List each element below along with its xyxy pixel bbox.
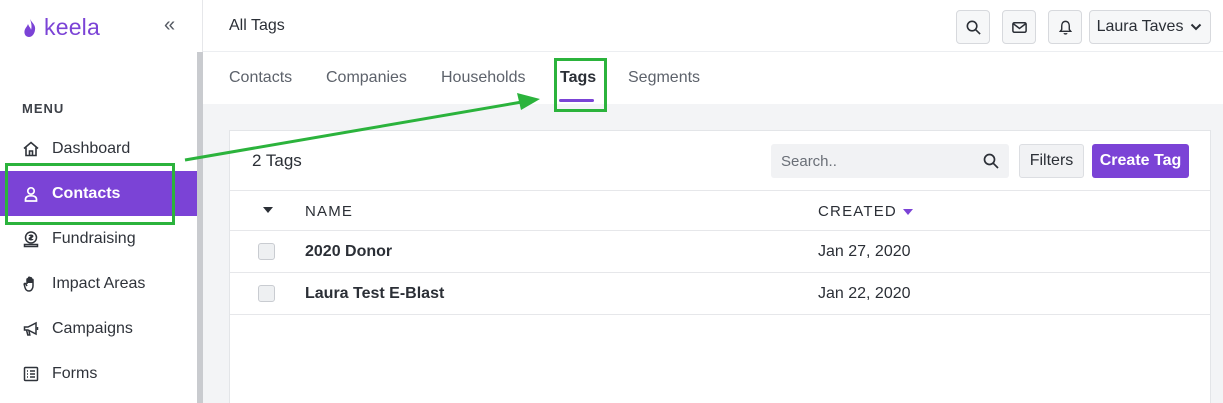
sidebar-item-fundraising[interactable]: Fundraising <box>0 216 197 261</box>
row-checkbox[interactable] <box>258 243 275 260</box>
sort-desc-icon[interactable] <box>903 209 913 215</box>
top-bar: All Tags Laura Taves <box>203 0 1223 52</box>
hand-icon <box>22 275 40 293</box>
search-icon <box>966 20 981 35</box>
sidebar: keela « MENU Dashboard Contacts Fundrais… <box>0 0 203 403</box>
search-icon <box>983 153 999 169</box>
select-dropdown-caret-icon[interactable] <box>263 207 273 213</box>
column-header-created[interactable]: CREATED <box>818 203 897 220</box>
table-row[interactable]: Laura Test E-Blast Jan 22, 2020 <box>230 273 1210 315</box>
tag-created-date: Jan 27, 2020 <box>818 243 911 260</box>
search-button[interactable] <box>956 10 990 44</box>
card-header: 2 Tags Filters Create Tag <box>230 131 1210 191</box>
home-icon <box>22 140 40 158</box>
filters-button[interactable]: Filters <box>1019 144 1084 178</box>
sidebar-item-label: Contacts <box>52 184 121 202</box>
page-title: All Tags <box>229 17 285 34</box>
menu-label: MENU <box>22 101 65 116</box>
sidebar-item-label: Impact Areas <box>52 274 146 292</box>
keela-logo[interactable]: keela <box>22 14 100 41</box>
tab-segments[interactable]: Segments <box>628 69 700 87</box>
table-row[interactable]: 2020 Donor Jan 27, 2020 <box>230 231 1210 273</box>
table-header: NAME CREATED <box>230 191 1210 231</box>
user-menu-button[interactable]: Laura Taves <box>1089 10 1211 44</box>
flame-logo-icon <box>24 18 36 37</box>
chevron-down-icon <box>1191 23 1202 31</box>
sidebar-item-campaigns[interactable]: Campaigns <box>0 306 197 351</box>
user-icon <box>22 185 40 203</box>
user-name: Laura Taves <box>1096 18 1184 35</box>
sidebar-item-label: Campaigns <box>52 319 133 337</box>
sidebar-item-impact-areas[interactable]: Impact Areas <box>0 261 197 306</box>
sidebar-item-label: Forms <box>52 364 98 382</box>
tab-households[interactable]: Households <box>441 69 526 87</box>
tab-bar: Contacts Companies Households Tags Segme… <box>203 52 1223 104</box>
tab-tags[interactable]: Tags <box>560 69 596 87</box>
tag-count: 2 Tags <box>252 151 302 170</box>
search-input[interactable] <box>771 144 1009 178</box>
list-icon <box>22 365 40 383</box>
tag-name[interactable]: Laura Test E-Blast <box>305 285 444 303</box>
notifications-button[interactable] <box>1048 10 1082 44</box>
sidebar-item-forms[interactable]: Forms <box>0 351 197 396</box>
tab-companies[interactable]: Companies <box>326 69 407 87</box>
money-icon <box>22 230 40 248</box>
logo-text: keela <box>44 14 100 40</box>
sidebar-scrollbar[interactable] <box>197 52 203 403</box>
tag-name[interactable]: 2020 Donor <box>305 243 392 261</box>
sidebar-nav: Dashboard Contacts Fundraising Impact Ar… <box>0 126 197 396</box>
sidebar-item-label: Dashboard <box>52 139 131 157</box>
sidebar-item-contacts[interactable]: Contacts <box>0 171 197 216</box>
bell-icon <box>1058 20 1072 35</box>
row-checkbox[interactable] <box>258 285 275 302</box>
active-tab-indicator <box>559 99 594 102</box>
megaphone-icon <box>22 320 40 338</box>
sidebar-item-dashboard[interactable]: Dashboard <box>0 126 197 171</box>
mail-button[interactable] <box>1002 10 1036 44</box>
tab-contacts[interactable]: Contacts <box>229 69 292 87</box>
mail-icon <box>1011 21 1027 33</box>
create-tag-button[interactable]: Create Tag <box>1092 144 1189 178</box>
collapse-sidebar-icon[interactable]: « <box>164 14 175 37</box>
column-header-name[interactable]: NAME <box>305 203 353 220</box>
tag-created-date: Jan 22, 2020 <box>818 285 911 302</box>
sidebar-item-label: Fundraising <box>52 229 136 247</box>
tags-card: 2 Tags Filters Create Tag NAME CREATED 2… <box>229 130 1211 403</box>
